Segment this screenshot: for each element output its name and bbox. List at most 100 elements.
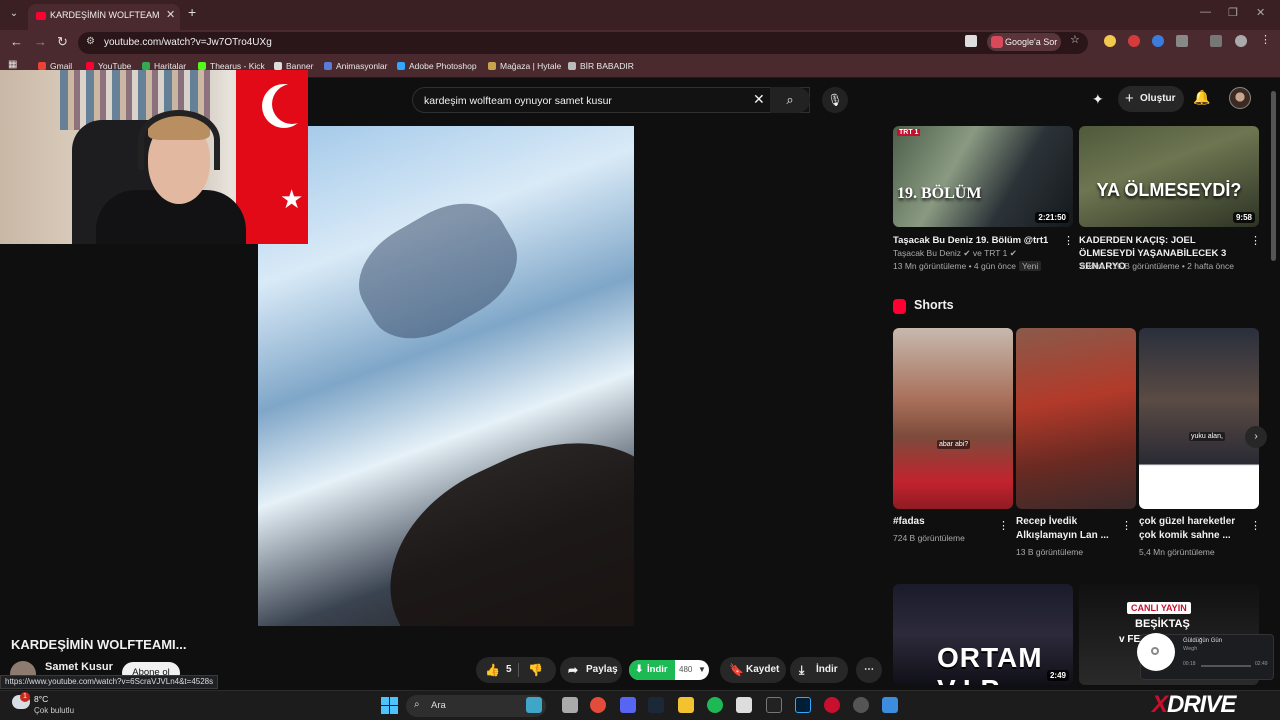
short-views: 724 B görüntüleme: [893, 533, 965, 543]
bookmark-photoshop[interactable]: Adobe Photoshop: [397, 61, 477, 71]
profile-icon[interactable]: [1235, 35, 1247, 47]
extension-icon[interactable]: [1104, 35, 1116, 47]
install-app-icon[interactable]: [965, 35, 977, 47]
more-actions-icon[interactable]: ⋯: [856, 657, 882, 683]
page-scrollbar[interactable]: [1271, 91, 1276, 261]
minimize-icon[interactable]: —: [1200, 6, 1211, 18]
clear-search-icon[interactable]: ✕: [753, 91, 765, 108]
share-button[interactable]: ➦ Paylaş: [560, 657, 622, 683]
more-options-icon[interactable]: ⋮: [1250, 234, 1261, 247]
shorts-heading: Shorts: [914, 298, 954, 312]
bookmark-animations[interactable]: Animasyonlar: [324, 61, 388, 71]
xdrive-watermark-logo: XDRIVE: [1152, 691, 1236, 719]
bookmark-star-icon[interactable]: ☆: [1070, 33, 1082, 46]
apps-grid-icon[interactable]: ▦: [8, 59, 17, 70]
back-icon[interactable]: ←: [10, 34, 23, 49]
file-explorer-icon[interactable]: [678, 697, 694, 713]
google-ask-button[interactable]: Google'a Sor: [987, 33, 1061, 51]
short-title[interactable]: #fadas: [893, 515, 993, 529]
bookmark-label: Adobe Photoshop: [409, 61, 477, 71]
recommendation-title[interactable]: Taşacak Bu Deniz 19. Bölüm @trt1: [893, 234, 1061, 247]
short-title[interactable]: Recep İvedik Alkışlamayın Lan ...: [1016, 515, 1116, 543]
reading-list-icon[interactable]: [1210, 35, 1222, 47]
short-thumbnail[interactable]: abar abi?: [893, 328, 1013, 509]
download-icon: ⤓: [799, 663, 805, 677]
voice-search-button[interactable]: 🎙: [822, 87, 848, 113]
music-mini-player[interactable]: Güldüğün Gün Wegh 00:18 02:49: [1137, 633, 1274, 680]
reload-icon[interactable]: ↻: [57, 34, 68, 50]
chrome-menu-icon[interactable]: ⋮: [1260, 33, 1272, 46]
channel-name[interactable]: Samet Kusur: [45, 661, 113, 673]
bookmark-folder[interactable]: BİR BABADIR: [568, 61, 634, 71]
more-options-icon[interactable]: ⋮: [1121, 519, 1132, 532]
short-thumbnail[interactable]: [1016, 328, 1136, 509]
site-info-icon[interactable]: ⚙: [86, 36, 95, 47]
bookmark-hytale[interactable]: Mağaza | Hytale: [488, 61, 561, 71]
chevron-down-icon[interactable]: ▼: [698, 660, 706, 680]
download-button[interactable]: ⤓ İndir: [790, 657, 848, 683]
video-duration: 2:21:50: [1035, 212, 1069, 223]
taskbar-search[interactable]: ⌕ Ara: [406, 695, 546, 717]
search-button[interactable]: ⌕: [770, 87, 810, 113]
gemini-sparkle-icon[interactable]: ✦: [1092, 91, 1104, 108]
short-title[interactable]: çok güzel hareketler çok komik sahne ...: [1139, 515, 1239, 543]
address-bar[interactable]: ⚙ youtube.com/watch?v=Jw7OTro4UXg: [78, 32, 1088, 54]
widget-icon[interactable]: [526, 697, 542, 713]
photoshop-icon[interactable]: [795, 697, 811, 713]
elapsed-time: 00:18: [1183, 661, 1196, 667]
weather-temperature[interactable]: 8°C: [34, 694, 48, 704]
extension-icon[interactable]: [1152, 35, 1164, 47]
recommendation-thumbnail[interactable]: TRT 1 19. BÖLÜM 2:21:50: [893, 126, 1073, 227]
more-options-icon[interactable]: ⋮: [1250, 519, 1261, 532]
save-button[interactable]: 🔖 Kaydet: [720, 657, 786, 683]
quality-select[interactable]: 480: [679, 660, 692, 680]
task-view-icon[interactable]: [562, 697, 578, 713]
download-extension-widget[interactable]: ⬇ İndir 480 ▼: [629, 660, 709, 680]
tab-search-icon[interactable]: ⌄: [6, 6, 22, 22]
forward-icon[interactable]: →: [34, 34, 47, 49]
spotify-icon[interactable]: [707, 697, 723, 713]
photoshop-icon: [397, 62, 405, 70]
song-progress-bar[interactable]: [1201, 665, 1251, 667]
extension-icon[interactable]: [1128, 35, 1140, 47]
shorts-next-chevron-icon[interactable]: ›: [1245, 426, 1267, 448]
recommendation-thumbnail[interactable]: ORTAM V.I.P 2:49: [893, 584, 1073, 685]
create-button[interactable]: + Oluştur: [1118, 86, 1184, 112]
youtube-icon: [86, 62, 94, 70]
dislike-thumbs-down-icon[interactable]: 👎: [528, 657, 543, 683]
video-frame[interactable]: [258, 126, 634, 626]
like-count[interactable]: 5: [506, 657, 512, 683]
epic-games-icon[interactable]: [766, 697, 782, 713]
video-title: KARDEŞİMİN WOLFTEAMI...: [11, 637, 187, 652]
close-tab-icon[interactable]: ✕: [166, 8, 175, 21]
like-thumbs-up-icon[interactable]: 👍: [485, 657, 500, 683]
chrome-profile-icon[interactable]: [853, 697, 869, 713]
search-input[interactable]: kardeşim wolfteam oynuyor samet kusur ✕: [412, 87, 810, 113]
discord-icon[interactable]: [620, 697, 636, 713]
more-options-icon[interactable]: ⋮: [1063, 234, 1074, 247]
photos-icon[interactable]: [882, 697, 898, 713]
more-options-icon[interactable]: ⋮: [998, 519, 1009, 532]
recording-app-icon[interactable]: [824, 697, 840, 713]
download-extension-button[interactable]: ⬇ İndir: [629, 660, 675, 680]
notifications-bell-icon[interactable]: 🔔: [1193, 89, 1210, 106]
new-tab-icon[interactable]: +: [188, 4, 196, 20]
search-query: kardeşim wolfteam oynuyor samet kusur: [424, 95, 612, 107]
google-lens-icon: [991, 36, 1003, 48]
chrome-icon[interactable]: [590, 697, 606, 713]
short-thumbnail[interactable]: yuku alan,: [1139, 328, 1259, 509]
close-window-icon[interactable]: ✕: [1256, 6, 1265, 19]
steam-icon[interactable]: [648, 697, 664, 713]
account-avatar[interactable]: [1229, 87, 1251, 109]
windows-start-icon[interactable]: [381, 697, 398, 714]
album-disc-icon[interactable]: [1137, 633, 1175, 671]
capcut-icon[interactable]: [736, 697, 752, 713]
recommendation-channel[interactable]: Taşacak Bu Deniz ✔ ve TRT 1 ✔: [893, 248, 1017, 259]
recommendation-thumbnail[interactable]: YA ÖLMESEYDİ? 9:58: [1079, 126, 1259, 227]
browser-tab-active[interactable]: KARDEŞİMİN WOLFTEAMI... - Yo ✕: [28, 4, 180, 30]
new-badge: Yeni: [1019, 261, 1042, 271]
maximize-icon[interactable]: ❐: [1228, 6, 1238, 19]
weather-description[interactable]: Çok bulutlu: [34, 706, 74, 715]
extensions-puzzle-icon[interactable]: [1176, 35, 1188, 47]
recommendation-stats: Yokfire • 16 B görüntüleme • 2 hafta önc…: [1079, 261, 1234, 271]
